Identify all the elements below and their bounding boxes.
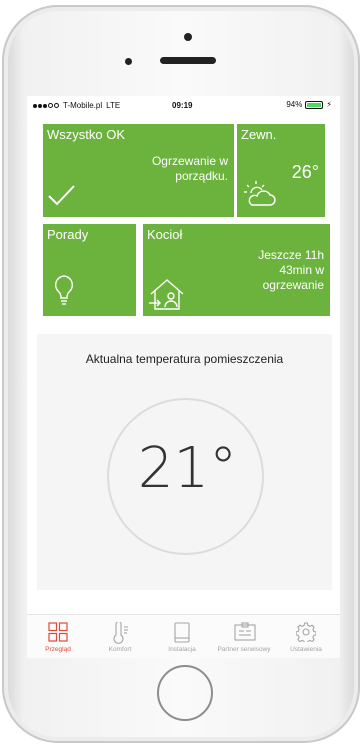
tips-tile-title: Porady bbox=[47, 227, 89, 242]
thermometer-icon bbox=[113, 622, 128, 644]
status-bar: T-Mobile.pl LTE 09:19 94% ⚡ bbox=[27, 96, 340, 116]
tab-service-partner-label: Partner serwisowy bbox=[217, 646, 271, 653]
charging-icon: ⚡ bbox=[326, 100, 332, 109]
lightbulb-icon bbox=[54, 275, 74, 305]
tab-settings-label: Ustawienia bbox=[290, 646, 322, 653]
outside-temperature-tile[interactable]: Zewn. 26° bbox=[237, 124, 325, 217]
earpiece-speaker bbox=[160, 57, 216, 64]
id-card-icon bbox=[234, 622, 256, 641]
gear-icon bbox=[296, 622, 316, 642]
outside-tile-title: Zewn. bbox=[241, 127, 277, 142]
status-tile-title: Wszystko OK bbox=[47, 127, 126, 142]
network-type: LTE bbox=[106, 101, 121, 110]
sun-cloud-icon bbox=[244, 181, 276, 206]
boiler-tile-text: Jeszcze 11h 43min w ogrzewanie bbox=[258, 248, 324, 292]
tab-service-partner[interactable]: Partner serwisowy bbox=[213, 615, 275, 658]
tab-bar: Przegląd Komfort Instalacja Partner serw… bbox=[27, 614, 340, 658]
room-temperature-panel: Aktualna temperatura pomieszczenia 21° bbox=[37, 334, 332, 590]
tablet-icon bbox=[174, 622, 190, 643]
temperature-dial[interactable]: 21° bbox=[107, 398, 264, 555]
signal-strength-icon bbox=[33, 103, 59, 108]
room-temperature-label: Aktualna temperatura pomieszczenia bbox=[85, 352, 284, 366]
carrier-name: T-Mobile.pl bbox=[63, 101, 103, 110]
battery-icon bbox=[305, 100, 324, 109]
tips-tile[interactable]: Porady bbox=[43, 224, 136, 316]
clock: 09:19 bbox=[172, 101, 193, 110]
boiler-tile-title: Kocioł bbox=[147, 227, 183, 242]
tab-installation[interactable]: Instalacja bbox=[151, 615, 213, 658]
room-temperature-value: 21° bbox=[137, 436, 238, 501]
checkmark-icon bbox=[48, 185, 75, 206]
tab-comfort[interactable]: Komfort bbox=[89, 615, 151, 658]
status-tile-text: Ogrzewanie w porządku. bbox=[151, 154, 228, 183]
boiler-tile[interactable]: Kocioł Jeszcze 11h 43min w ogrzewanie bbox=[143, 224, 330, 316]
tab-comfort-label: Komfort bbox=[108, 646, 132, 653]
grid-icon bbox=[48, 622, 68, 642]
tab-settings[interactable]: Ustawienia bbox=[275, 615, 337, 658]
front-camera bbox=[184, 33, 192, 41]
house-icon bbox=[149, 279, 184, 310]
battery-percent: 94% bbox=[286, 100, 303, 109]
tab-overview-label: Przegląd bbox=[45, 646, 71, 653]
proximity-sensor bbox=[125, 58, 132, 65]
app-screen: T-Mobile.pl LTE 09:19 94% ⚡ Wszystko OK … bbox=[27, 96, 340, 658]
outside-temperature-value: 26° bbox=[291, 162, 319, 182]
tab-installation-label: Instalacja bbox=[168, 646, 196, 653]
home-button[interactable] bbox=[157, 665, 213, 721]
tab-overview[interactable]: Przegląd bbox=[27, 615, 89, 658]
status-tile[interactable]: Wszystko OK Ogrzewanie w porządku. bbox=[43, 124, 234, 217]
